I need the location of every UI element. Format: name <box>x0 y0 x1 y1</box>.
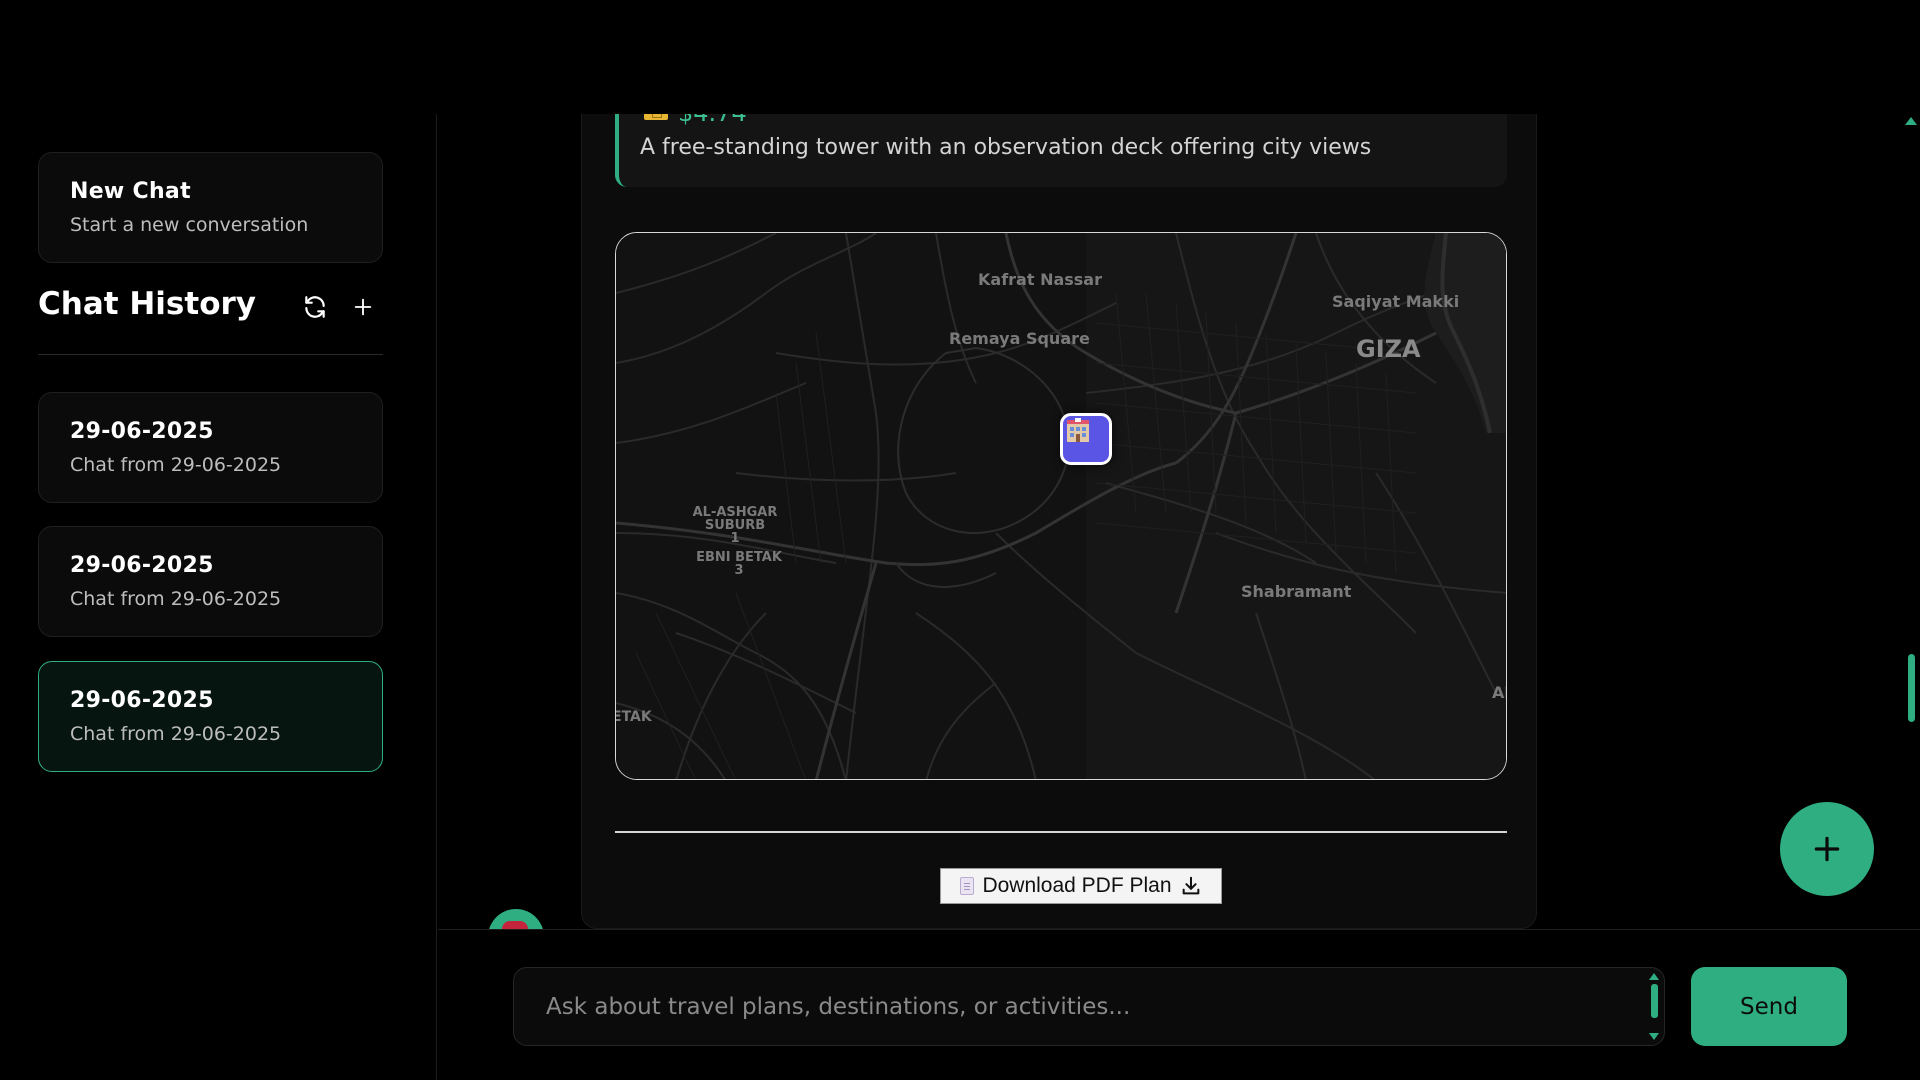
chat-history-item[interactable]: 29-06-2025 Chat from 29-06-2025 <box>38 392 383 503</box>
chat-history-item-title: 29-06-2025 <box>70 419 214 444</box>
chat-history-item-subtitle: Chat from 29-06-2025 <box>70 454 282 476</box>
download-pdf-button[interactable]: Download PDF Plan <box>940 868 1222 904</box>
refresh-icon[interactable] <box>298 290 332 324</box>
scroll-up-arrow[interactable] <box>1905 117 1917 125</box>
add-floating-button[interactable] <box>1780 802 1874 896</box>
chat-history-item-subtitle: Chat from 29-06-2025 <box>70 723 282 745</box>
chat-history-item-title: 29-06-2025 <box>70 553 214 578</box>
input-scrollbar[interactable] <box>1651 984 1658 1018</box>
chat-history-item-active[interactable]: 29-06-2025 Chat from 29-06-2025 <box>38 661 383 772</box>
scrollbar-thumb[interactable] <box>1908 654 1915 722</box>
map[interactable]: Kafrat Nassar Remaya Square Saqiyat Makk… <box>615 232 1507 780</box>
map-label: Saqiyat Makki <box>1332 292 1460 311</box>
hotel-icon[interactable] <box>1060 413 1112 465</box>
chat-history-item-subtitle: Chat from 29-06-2025 <box>70 588 282 610</box>
map-label: ETAK <box>615 709 652 725</box>
attraction-card: $4.74 A free-standing tower with an obse… <box>615 114 1507 187</box>
price-value: $4.74 <box>678 114 747 127</box>
document-icon <box>960 877 975 895</box>
map-label: Shabramant <box>1241 582 1352 601</box>
divider <box>38 354 383 355</box>
map-label-line: 3 <box>734 563 744 578</box>
composer: Send <box>438 929 1920 1080</box>
map-label: EBNI BETAK 3 <box>694 551 784 577</box>
hotel-icon-glyph <box>1067 418 1089 442</box>
attraction-price: $4.74 <box>644 114 747 127</box>
map-label: AL-ASHGAR SUBURB 1 <box>690 506 780 545</box>
divider <box>615 831 1507 833</box>
download-pdf-label: Download PDF Plan <box>982 874 1172 897</box>
top-bar <box>0 0 1920 114</box>
send-button[interactable]: Send <box>1691 967 1847 1046</box>
attraction-description: A free-standing tower with an observatio… <box>640 135 1372 160</box>
map-label: GIZA <box>1356 335 1421 363</box>
add-chat-icon[interactable] <box>346 290 380 324</box>
plus-icon <box>1814 836 1840 862</box>
input-scroll-up-arrow[interactable] <box>1649 973 1659 980</box>
avatar <box>488 909 544 929</box>
chat-history-heading: Chat History <box>38 286 256 322</box>
map-label: Kafrat Nassar <box>978 270 1102 289</box>
message-input[interactable] <box>513 967 1665 1046</box>
map-label: Al <box>1492 683 1506 702</box>
map-label-line: 1 <box>730 531 740 546</box>
new-chat-button[interactable]: New Chat Start a new conversation <box>38 152 383 263</box>
chat-area[interactable]: $4.74 A free-standing tower with an obse… <box>438 114 1920 929</box>
map-label: Remaya Square <box>949 329 1090 348</box>
new-chat-subtitle: Start a new conversation <box>70 214 309 236</box>
assistant-message: $4.74 A free-standing tower with an obse… <box>581 114 1537 929</box>
chat-history-item-title: 29-06-2025 <box>70 688 214 713</box>
chat-history-item[interactable]: 29-06-2025 Chat from 29-06-2025 <box>38 526 383 637</box>
input-scroll-down-arrow[interactable] <box>1649 1033 1659 1040</box>
new-chat-title: New Chat <box>70 179 191 204</box>
download-icon <box>1182 876 1199 895</box>
ticket-icon <box>644 114 668 120</box>
